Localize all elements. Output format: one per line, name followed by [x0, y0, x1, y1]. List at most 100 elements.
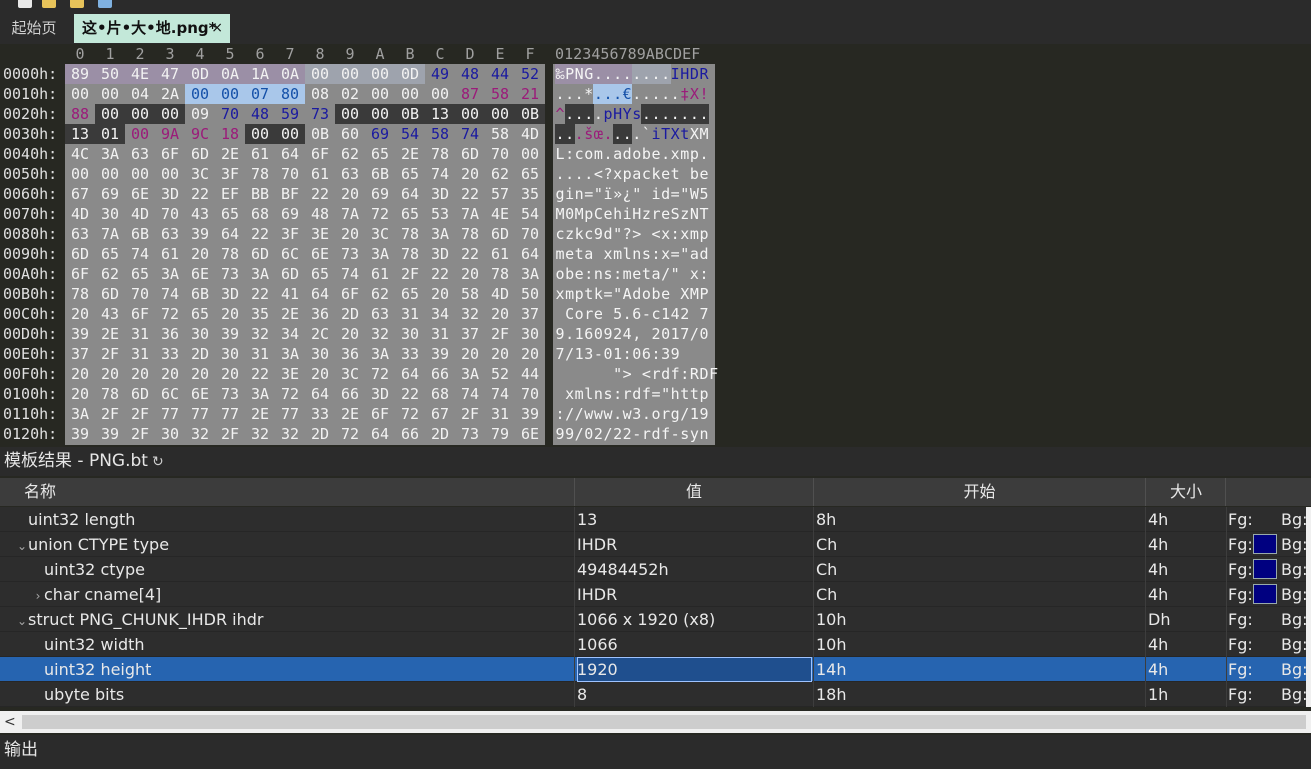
hex-byte[interactable]: 00: [395, 84, 425, 104]
ascii-char[interactable]: *: [584, 84, 594, 104]
ascii-char[interactable]: r: [622, 384, 632, 404]
ascii-char[interactable]: n: [593, 264, 603, 284]
hex-byte[interactable]: 21: [515, 84, 545, 104]
ascii-char[interactable]: ": [680, 184, 690, 204]
hex-byte[interactable]: 72: [275, 384, 305, 404]
ascii-char[interactable]: e: [603, 204, 613, 224]
ascii-char[interactable]: :: [555, 404, 565, 424]
ascii-char[interactable]: .: [651, 64, 661, 84]
hex-byte[interactable]: 00: [365, 64, 395, 84]
ascii-char[interactable]: 0: [593, 324, 603, 344]
ascii-char[interactable]: r: [641, 424, 651, 444]
ascii-char[interactable]: i: [565, 184, 575, 204]
hex-byte[interactable]: 2D: [185, 344, 215, 364]
hex-byte[interactable]: 0D: [185, 64, 215, 84]
ascii-char[interactable]: k: [651, 164, 661, 184]
hex-byte[interactable]: 00: [95, 84, 125, 104]
ascii-char[interactable]: f: [641, 384, 651, 404]
ascii-char[interactable]: 9: [593, 224, 603, 244]
ascii-char[interactable]: [641, 184, 651, 204]
ascii-char[interactable]: e: [651, 144, 661, 164]
hex-byte[interactable]: 37: [455, 324, 485, 344]
hex-byte[interactable]: 36: [155, 324, 185, 344]
hex-byte[interactable]: 2F: [485, 324, 515, 344]
ascii-char[interactable]: x: [565, 384, 575, 404]
ascii-char[interactable]: .: [622, 304, 632, 324]
hex-byte[interactable]: 3A: [365, 244, 395, 264]
ascii-char[interactable]: o: [555, 264, 565, 284]
hex-byte[interactable]: 72: [365, 364, 395, 384]
ascii-char[interactable]: !: [699, 84, 709, 104]
chevron-right-icon[interactable]: ›: [32, 584, 44, 607]
hex-byte[interactable]: 74: [335, 264, 365, 284]
hex-byte[interactable]: 00: [515, 144, 545, 164]
bg-color-swatch[interactable]: [1306, 607, 1311, 632]
tab-file[interactable]: 这•片•大•地.png* ×: [74, 14, 230, 43]
hex-byte[interactable]: 74: [455, 384, 485, 404]
ascii-char[interactable]: s: [603, 264, 613, 284]
hex-byte[interactable]: 9A: [155, 124, 185, 144]
hex-byte[interactable]: 20: [65, 384, 95, 404]
ascii-char[interactable]: t: [689, 384, 699, 404]
ascii-char[interactable]: ": [593, 184, 603, 204]
hex-byte[interactable]: 6D: [95, 284, 125, 304]
ascii-char[interactable]: .: [613, 404, 623, 424]
hex-byte[interactable]: 00: [95, 164, 125, 184]
ascii-char[interactable]: [680, 164, 690, 184]
hex-byte[interactable]: 00: [425, 84, 455, 104]
hex-byte[interactable]: 69: [365, 124, 395, 144]
hex-byte[interactable]: 3C: [335, 364, 365, 384]
hex-byte[interactable]: 52: [515, 64, 545, 84]
hex-byte[interactable]: 20: [335, 324, 365, 344]
ascii-char[interactable]: =: [603, 284, 613, 304]
hex-byte[interactable]: 39: [425, 344, 455, 364]
ascii-char[interactable]: C: [593, 204, 603, 224]
ascii-char[interactable]: t: [680, 124, 690, 144]
ascii-char[interactable]: m: [680, 144, 690, 164]
hex-byte[interactable]: 6C: [275, 244, 305, 264]
hex-byte[interactable]: 22: [425, 264, 455, 284]
table-row[interactable]: uint32 height 1920 14h 4h Fg: Bg:: [0, 657, 1311, 682]
hex-byte[interactable]: 3A: [65, 404, 95, 424]
ascii-char[interactable]: .: [593, 84, 604, 104]
hex-byte[interactable]: 64: [275, 144, 305, 164]
hex-byte[interactable]: 50: [515, 284, 545, 304]
ascii-char[interactable]: <: [593, 164, 603, 184]
ascii-char[interactable]: m: [565, 284, 575, 304]
ascii-char[interactable]: .: [612, 64, 623, 84]
hex-byte[interactable]: 3D: [215, 284, 245, 304]
ascii-char[interactable]: H: [632, 204, 642, 224]
ascii-char[interactable]: .: [593, 104, 603, 124]
column-header-color[interactable]: [1226, 478, 1311, 506]
ascii-char[interactable]: [670, 284, 680, 304]
ascii-char[interactable]: /: [565, 404, 575, 424]
table-row[interactable]: ⌄struct PNG_CHUNK_IHDR ihdr 1066 x 1920 (…: [0, 607, 1311, 632]
ascii-char[interactable]: -: [632, 424, 642, 444]
hex-byte[interactable]: 20: [215, 364, 245, 384]
ascii-char[interactable]: t: [641, 264, 651, 284]
ascii-char[interactable]: 4: [622, 324, 632, 344]
hex-byte[interactable]: 6D: [185, 144, 215, 164]
hex-byte[interactable]: 30: [95, 204, 125, 224]
ascii-char[interactable]: b: [565, 264, 575, 284]
ascii-char[interactable]: .: [565, 84, 575, 104]
hex-byte[interactable]: 70: [515, 384, 545, 404]
ascii-char[interactable]: 1: [661, 304, 671, 324]
hex-byte[interactable]: 65: [95, 244, 125, 264]
bg-color-swatch[interactable]: [1306, 532, 1311, 557]
hex-byte[interactable]: 2A: [155, 84, 185, 104]
hex-byte[interactable]: 2E: [395, 144, 425, 164]
hex-byte[interactable]: 20: [485, 304, 515, 324]
ascii-char[interactable]: H: [613, 104, 623, 124]
ascii-char[interactable]: e: [699, 164, 709, 184]
ascii-char[interactable]: [641, 224, 651, 244]
ascii-char[interactable]: c: [651, 304, 661, 324]
hex-byte[interactable]: 65: [305, 264, 335, 284]
ascii-char[interactable]: ": [613, 224, 623, 244]
ascii-char[interactable]: :: [622, 344, 632, 364]
hex-byte[interactable]: 64: [305, 384, 335, 404]
ascii-char[interactable]: t: [574, 244, 584, 264]
hex-byte[interactable]: 3A: [365, 344, 395, 364]
ascii-char[interactable]: w: [603, 404, 613, 424]
ascii-char[interactable]: C: [565, 304, 575, 324]
